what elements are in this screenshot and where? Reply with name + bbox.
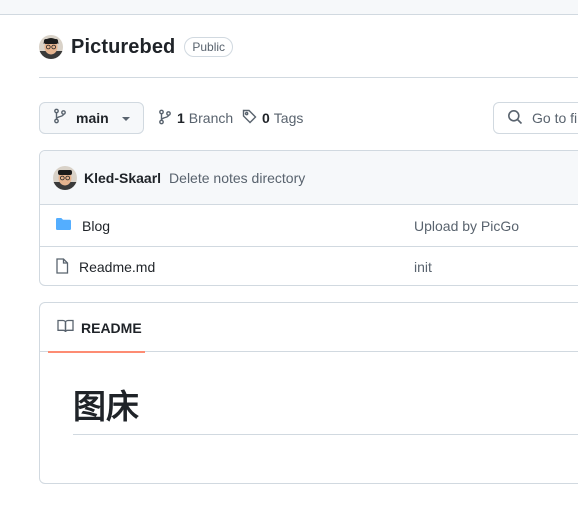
commit-author-link[interactable]: Kled-Skaarl <box>84 170 161 186</box>
file-row[interactable]: Blog Upload by PicGo <box>40 205 578 246</box>
git-branch-icon <box>158 109 172 128</box>
latest-commit-bar: Kled-Skaarl Delete notes directory <box>40 151 578 205</box>
file-name-link[interactable]: Blog <box>82 218 110 234</box>
tags-label: Tags <box>273 110 304 126</box>
readme-tab-label: README <box>81 319 142 336</box>
branches-link[interactable]: 1 Branch <box>158 108 233 128</box>
tags-link[interactable]: 0 Tags <box>242 108 303 128</box>
branches-label: Branch <box>188 110 234 126</box>
top-header-strip <box>0 0 578 15</box>
visibility-badge: Public <box>184 37 234 57</box>
git-branch-icon <box>53 108 67 129</box>
file-browser: Kled-Skaarl Delete notes directory Blog … <box>39 150 578 286</box>
tag-icon <box>242 109 257 127</box>
commit-message-link[interactable]: Delete notes directory <box>169 170 305 186</box>
owner-avatar[interactable] <box>39 35 63 59</box>
branches-count: 1 <box>177 110 185 126</box>
caret-down-icon <box>121 109 131 127</box>
commit-author-avatar[interactable] <box>53 165 77 190</box>
header-divider <box>39 77 578 78</box>
goto-file-input[interactable]: Go to file <box>493 102 578 134</box>
file-commit-message[interactable]: init <box>414 259 432 275</box>
goto-file-placeholder: Go to file <box>532 110 578 126</box>
readme-panel: README 图床 <box>39 302 578 484</box>
tab-readme[interactable]: README <box>48 303 145 353</box>
folder-icon <box>55 217 72 234</box>
branch-name: main <box>76 110 109 126</box>
readme-tab-bar: README <box>40 303 578 353</box>
file-name-link[interactable]: Readme.md <box>79 259 155 275</box>
readme-heading-rule <box>73 434 578 435</box>
readme-heading: 图床 <box>73 388 139 425</box>
repo-name-link[interactable]: Picturebed <box>71 36 175 59</box>
file-row[interactable]: Readme.md init <box>40 246 578 285</box>
branch-selector-button[interactable]: main <box>39 102 144 134</box>
book-icon <box>57 319 74 336</box>
repo-header: Picturebed Public <box>39 33 234 61</box>
tags-count: 0 <box>262 110 270 126</box>
file-icon <box>55 257 69 277</box>
file-commit-message[interactable]: Upload by PicGo <box>414 218 519 234</box>
active-tab-underline <box>48 351 145 353</box>
search-icon <box>507 109 523 128</box>
